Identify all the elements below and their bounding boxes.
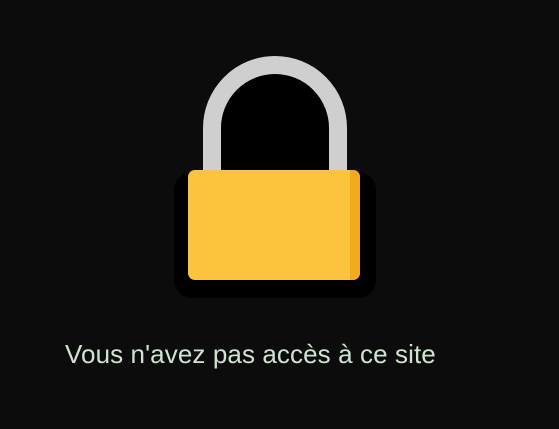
access-denied-message: Vous n'avez pas accès à ce site xyxy=(65,339,436,369)
padlock-icon xyxy=(174,56,376,298)
blocked-page: Vous n'avez pas accès à ce site xyxy=(0,0,559,429)
